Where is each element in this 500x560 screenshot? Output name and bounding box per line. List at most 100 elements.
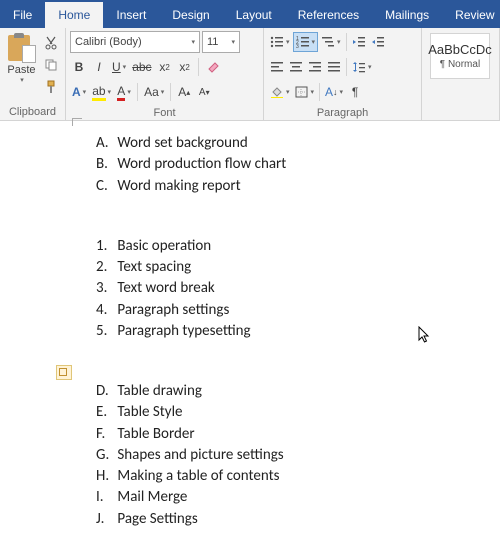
list-item-label: B. xyxy=(96,154,114,174)
list-item[interactable]: J. Page Settings xyxy=(96,509,500,529)
chevron-down-icon: ▾ xyxy=(20,76,24,84)
list-item-text: Paragraph settings xyxy=(114,301,229,319)
borders-button[interactable] xyxy=(293,82,317,102)
group-clipboard: Paste ▾ Clipboard xyxy=(0,28,66,120)
italic-button[interactable]: I xyxy=(90,57,108,77)
increase-indent-button[interactable] xyxy=(369,32,387,52)
group-paragraph: 123 A↓ xyxy=(264,28,422,120)
list-item[interactable]: E. Table Style xyxy=(96,402,500,422)
list-item[interactable]: 3. Text word break xyxy=(96,278,500,298)
font-name-combo[interactable]: Calibri (Body) ▾ xyxy=(70,31,200,53)
strikethrough-button[interactable]: abc xyxy=(130,57,153,77)
underline-button[interactable]: U xyxy=(110,57,128,77)
list-item-label: A. xyxy=(96,133,114,153)
font-size-value: 11 xyxy=(207,36,218,48)
list-item-label: 3. xyxy=(96,278,114,298)
numbering-button[interactable]: 123 xyxy=(293,32,319,52)
list-item-text: Word making report xyxy=(114,177,241,195)
track-change-marker-icon[interactable] xyxy=(56,365,72,380)
list-item-text: Table Border xyxy=(114,425,195,443)
list-item[interactable]: D. Table drawing xyxy=(96,381,500,401)
list-item[interactable]: 5. Paragraph typesetting xyxy=(96,321,500,341)
group-clipboard-label: Clipboard xyxy=(0,105,65,120)
shading-button[interactable] xyxy=(268,82,292,102)
list-item[interactable]: F. Table Border xyxy=(96,424,500,444)
align-left-button[interactable] xyxy=(268,57,286,77)
list-item-label: 2. xyxy=(96,257,114,277)
svg-text:3: 3 xyxy=(296,44,299,48)
tab-mailings[interactable]: Mailings xyxy=(372,2,442,28)
bullets-icon xyxy=(270,36,284,48)
tab-file[interactable]: File xyxy=(0,2,45,28)
ruler-indent-marker[interactable] xyxy=(72,118,82,126)
clear-formatting-button[interactable] xyxy=(203,57,223,77)
decrease-indent-button[interactable] xyxy=(350,32,368,52)
tab-design[interactable]: Design xyxy=(159,2,222,28)
font-name-value: Calibri (Body) xyxy=(75,36,142,48)
superscript-button[interactable]: x2 xyxy=(176,57,194,77)
list-item-text: Page Settings xyxy=(114,510,198,528)
document-area[interactable]: A. Word set backgroundB. Word production… xyxy=(0,121,500,560)
list-item-label: F. xyxy=(96,424,114,444)
list-item-label: 4. xyxy=(96,300,114,320)
list-item-label: E. xyxy=(96,402,114,422)
copy-button[interactable] xyxy=(41,55,61,75)
numbering-icon: 123 xyxy=(296,36,310,48)
highlight-button[interactable]: ab xyxy=(90,82,113,102)
list-item[interactable]: 4. Paragraph settings xyxy=(96,300,500,320)
tab-references[interactable]: References xyxy=(285,2,372,28)
list-item-text: Text spacing xyxy=(114,258,191,276)
change-case-button[interactable]: Aa xyxy=(142,82,166,102)
shrink-font-button[interactable]: A▾ xyxy=(195,82,213,102)
list-item[interactable]: H. Making a table of contents xyxy=(96,466,500,486)
format-painter-button[interactable] xyxy=(41,77,61,97)
tab-layout[interactable]: Layout xyxy=(223,2,285,28)
tab-insert[interactable]: Insert xyxy=(103,2,159,28)
style-name-text: ¶ Normal xyxy=(440,59,480,70)
align-right-icon xyxy=(308,61,322,73)
paintbrush-icon xyxy=(44,80,58,94)
list-item[interactable]: B. Word production flow chart xyxy=(96,154,500,174)
tab-review[interactable]: Review xyxy=(442,2,500,28)
list-item-label: 5. xyxy=(96,321,114,341)
font-size-combo[interactable]: 11 ▾ xyxy=(202,31,240,53)
show-hide-button[interactable]: ¶ xyxy=(346,82,364,102)
list-item-text: Table drawing xyxy=(114,382,202,400)
grow-font-button[interactable]: A▴ xyxy=(175,82,193,102)
tab-home[interactable]: Home xyxy=(45,2,103,28)
list-item[interactable]: I. Mail Merge xyxy=(96,487,500,507)
ordered-list-c: D. Table drawingE. Table StyleF. Table B… xyxy=(96,381,500,529)
list-item[interactable]: A. Word set background xyxy=(96,133,500,153)
subscript-button[interactable]: x2 xyxy=(156,57,174,77)
align-center-button[interactable] xyxy=(287,57,305,77)
sort-button[interactable]: A↓ xyxy=(323,82,345,102)
ribbon-tabs: File Home Insert Design Layout Reference… xyxy=(0,2,500,28)
list-item-text: Text word break xyxy=(114,279,215,297)
list-item[interactable]: C. Word making report xyxy=(96,176,500,196)
cut-button[interactable] xyxy=(41,33,61,53)
paint-bucket-icon xyxy=(270,86,284,98)
style-preview-text: AaBbCcDc xyxy=(428,42,492,57)
list-item[interactable]: 1. Basic operation xyxy=(96,236,500,256)
justify-button[interactable] xyxy=(325,57,343,77)
style-normal[interactable]: AaBbCcDc ¶ Normal xyxy=(430,33,490,79)
list-item-text: Basic operation xyxy=(114,237,211,255)
bullets-button[interactable] xyxy=(268,32,292,52)
align-right-button[interactable] xyxy=(306,57,324,77)
group-font-label: Font xyxy=(66,106,263,121)
bold-button[interactable]: B xyxy=(70,57,88,77)
multilevel-list-button[interactable] xyxy=(319,32,343,52)
list-item[interactable]: G. Shapes and picture settings xyxy=(96,445,500,465)
font-color-button[interactable]: A xyxy=(115,82,133,102)
list-item-label: D. xyxy=(96,381,114,401)
line-spacing-button[interactable] xyxy=(350,57,374,77)
list-item-text: Shapes and picture settings xyxy=(114,446,284,464)
document-content[interactable]: A. Word set backgroundB. Word production… xyxy=(82,133,500,529)
list-item[interactable]: 2. Text spacing xyxy=(96,257,500,277)
text-effects-button[interactable]: A xyxy=(70,82,88,102)
list-item-label: J. xyxy=(96,509,114,529)
outdent-icon xyxy=(352,36,366,48)
list-item-text: Word production flow chart xyxy=(114,155,286,173)
list-item-text: Word set background xyxy=(114,134,248,152)
paste-button[interactable]: Paste ▾ xyxy=(4,31,39,102)
